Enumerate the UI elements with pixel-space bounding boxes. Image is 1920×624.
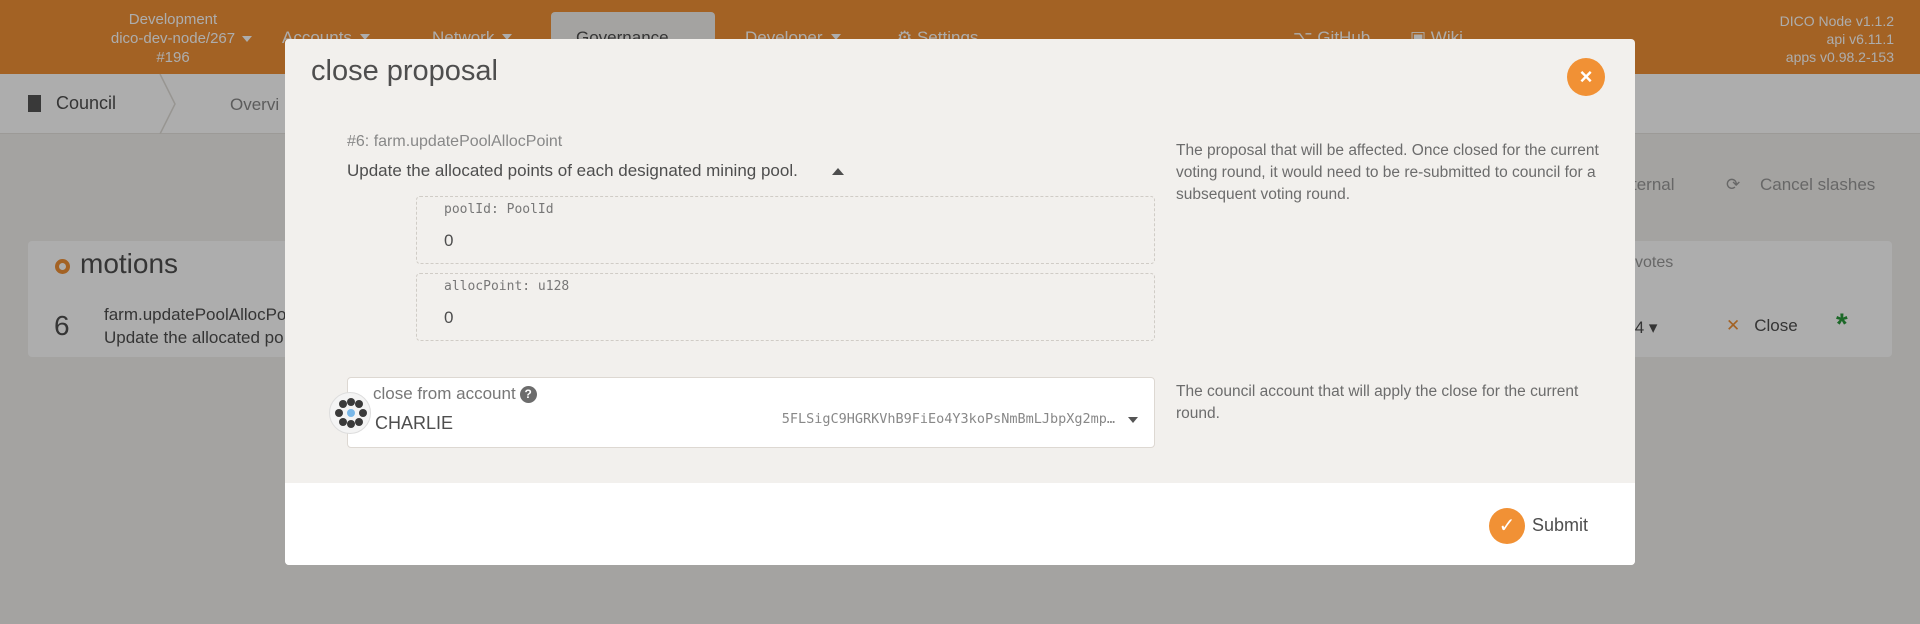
param-value: 0 xyxy=(444,308,454,327)
modal-footer: ✓ Submit xyxy=(285,483,1635,565)
submit-label: Submit xyxy=(1532,515,1589,535)
modal-close-button[interactable]: × xyxy=(1567,58,1605,96)
modal-title: close proposal xyxy=(311,55,498,87)
help-icon[interactable]: ? xyxy=(519,386,537,403)
param-value: 0 xyxy=(444,231,454,250)
account-address: 5FLSigC9HGRKVhB9FiEo4Y3koPsNmBmLJbpXg2mp… xyxy=(781,411,1115,427)
param-label: poolId: PoolId xyxy=(444,202,554,217)
chevron-down-icon[interactable] xyxy=(1128,417,1138,423)
close-proposal-modal: close proposal × #6: farm.updatePoolAllo… xyxy=(285,39,1635,565)
check-icon: ✓ xyxy=(1489,508,1525,544)
close-icon: × xyxy=(1579,64,1593,89)
proposal-label: #6: farm.updatePoolAllocPoint xyxy=(347,133,563,150)
param-label: allocPoint: u128 xyxy=(444,279,570,294)
account-field-label: close from account? xyxy=(373,384,537,404)
param-alloc-point: allocPoint: u128 0 xyxy=(416,273,1155,341)
account-name: CHARLIE xyxy=(375,413,454,433)
chevron-up-icon[interactable] xyxy=(832,168,844,175)
param-pool-id: poolId: PoolId 0 xyxy=(416,196,1155,264)
submit-button[interactable]: ✓ Submit xyxy=(1489,508,1599,544)
identicon-avatar xyxy=(329,392,371,434)
proposal-help-text: The proposal that will be affected. Once… xyxy=(1176,142,1599,203)
account-help-text: The council account that will apply the … xyxy=(1176,383,1579,422)
proposal-summary: Update the allocated points of each desi… xyxy=(347,161,798,180)
